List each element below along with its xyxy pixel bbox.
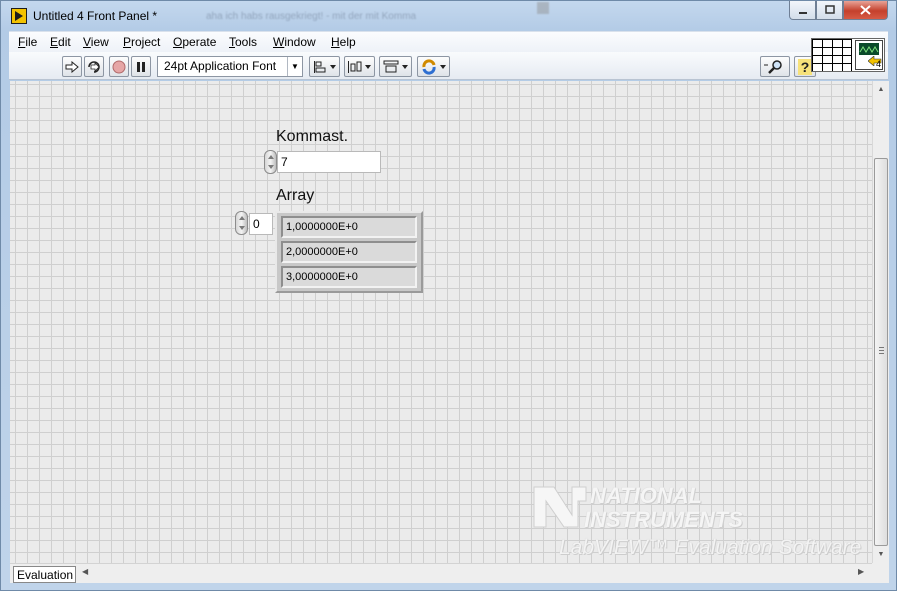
connector-pane[interactable]: 4 [811, 38, 885, 72]
scroll-left-arrow-icon[interactable]: ◀ [82, 567, 88, 576]
array-index-display[interactable]: 0 [249, 213, 273, 235]
minimize-icon [798, 12, 807, 14]
font-selector[interactable]: 24pt Application Font ▼ [157, 56, 303, 77]
array-element[interactable]: 3,0000000E+0 [281, 266, 417, 288]
maximize-icon [824, 5, 835, 14]
menu-file[interactable]: File [18, 35, 37, 49]
front-panel-canvas[interactable]: Kommast. 7 Array 0 1,0000000E+0 2,000000… [10, 81, 872, 563]
numeric-control-kommast[interactable]: 7 [277, 151, 381, 173]
vi-icon-screen [859, 43, 879, 55]
chevron-down-icon: ▼ [287, 57, 302, 76]
evaluation-label: Evaluation [13, 566, 76, 583]
ni-watermark-line1: NATIONAL [590, 483, 703, 508]
vertical-scroll-thumb[interactable] [874, 158, 888, 546]
run-continuously-button[interactable] [84, 56, 104, 77]
resize-objects-button[interactable] [379, 56, 412, 77]
ni-watermark-line2: INSTRUMENTS [584, 507, 743, 532]
reorder-button[interactable] [417, 56, 450, 77]
scroll-down-arrow-icon[interactable]: ▼ [873, 546, 889, 563]
background-window-ghost [536, 1, 786, 31]
grip-icon [879, 347, 884, 354]
connector-pane-grid[interactable] [812, 39, 852, 71]
labview-app-icon[interactable] [11, 8, 27, 24]
scroll-up-arrow-icon[interactable]: ▲ [873, 81, 889, 98]
abort-button[interactable] [109, 56, 129, 77]
vi-icon[interactable]: 4 [855, 40, 883, 70]
window-title: Untitled 4 Front Panel * [33, 9, 158, 23]
run-continuously-icon [88, 60, 100, 73]
ni-eagle-logo-icon [533, 486, 587, 528]
numeric-increment-decrement[interactable] [264, 150, 277, 174]
pause-button[interactable] [131, 56, 151, 77]
align-objects-icon [313, 60, 336, 73]
menu-project[interactable]: Project [123, 35, 160, 49]
array-control[interactable]: 1,0000000E+0 2,0000000E+0 3,0000000E+0 [275, 211, 423, 293]
pause-icon [137, 61, 145, 72]
horizontal-scrollbar[interactable]: Evaluation ◀ ▶ [10, 563, 889, 583]
menu-help[interactable]: Help [331, 35, 356, 49]
array-index-increment-decrement[interactable] [235, 211, 248, 235]
menu-bar: File Edit View Project Operate Tools Win… [9, 31, 888, 52]
scroll-right-arrow-icon[interactable]: ▶ [858, 567, 864, 576]
array-element[interactable]: 1,0000000E+0 [281, 216, 417, 238]
close-button[interactable] [843, 1, 888, 20]
search-button[interactable] [760, 56, 790, 77]
ni-evaluation-watermark: NATIONAL INSTRUMENTS LabVIEW™ Evaluation… [532, 481, 872, 563]
labview-front-panel-window: Untitled 4 Front Panel * aha ich habs ra… [0, 0, 897, 591]
resize-objects-icon [383, 60, 408, 72]
abort-icon [112, 60, 126, 73]
font-selector-value: 24pt Application Font [164, 59, 277, 73]
vertical-scrollbar[interactable]: ▲ ▼ [872, 81, 889, 563]
menu-edit[interactable]: Edit [50, 35, 71, 49]
align-objects-button[interactable] [309, 56, 340, 77]
search-icon [764, 59, 782, 74]
menu-window[interactable]: Window [273, 35, 316, 49]
window-controls [789, 1, 888, 20]
context-help-icon: ? [798, 58, 812, 75]
menu-operate[interactable]: Operate [173, 35, 216, 49]
ni-watermark-line3: LabVIEW™ Evaluation Software [559, 536, 862, 559]
svg-text:?: ? [801, 59, 810, 75]
reorder-icon [421, 58, 446, 75]
toolbar: 24pt Application Font ▼ ? [9, 52, 888, 80]
array-element[interactable]: 2,0000000E+0 [281, 241, 417, 263]
close-icon [860, 5, 871, 15]
distribute-objects-button[interactable] [344, 56, 375, 77]
title-bar[interactable]: Untitled 4 Front Panel * aha ich habs ra… [1, 1, 896, 31]
vi-number: 4 [875, 59, 881, 69]
distribute-objects-icon [347, 60, 371, 73]
minimize-button[interactable] [789, 1, 816, 20]
menu-tools[interactable]: Tools [229, 35, 257, 49]
menu-view[interactable]: View [83, 35, 109, 49]
run-arrow-icon [65, 60, 79, 73]
array-control-label: Array [276, 187, 315, 204]
run-button[interactable] [62, 56, 82, 77]
numeric-control-label: Kommast. [276, 128, 349, 145]
resize-grip[interactable] [872, 563, 889, 583]
maximize-button[interactable] [816, 1, 843, 20]
background-window-title: aha ich habs rausgekriegt! - mit der mit… [206, 11, 417, 22]
